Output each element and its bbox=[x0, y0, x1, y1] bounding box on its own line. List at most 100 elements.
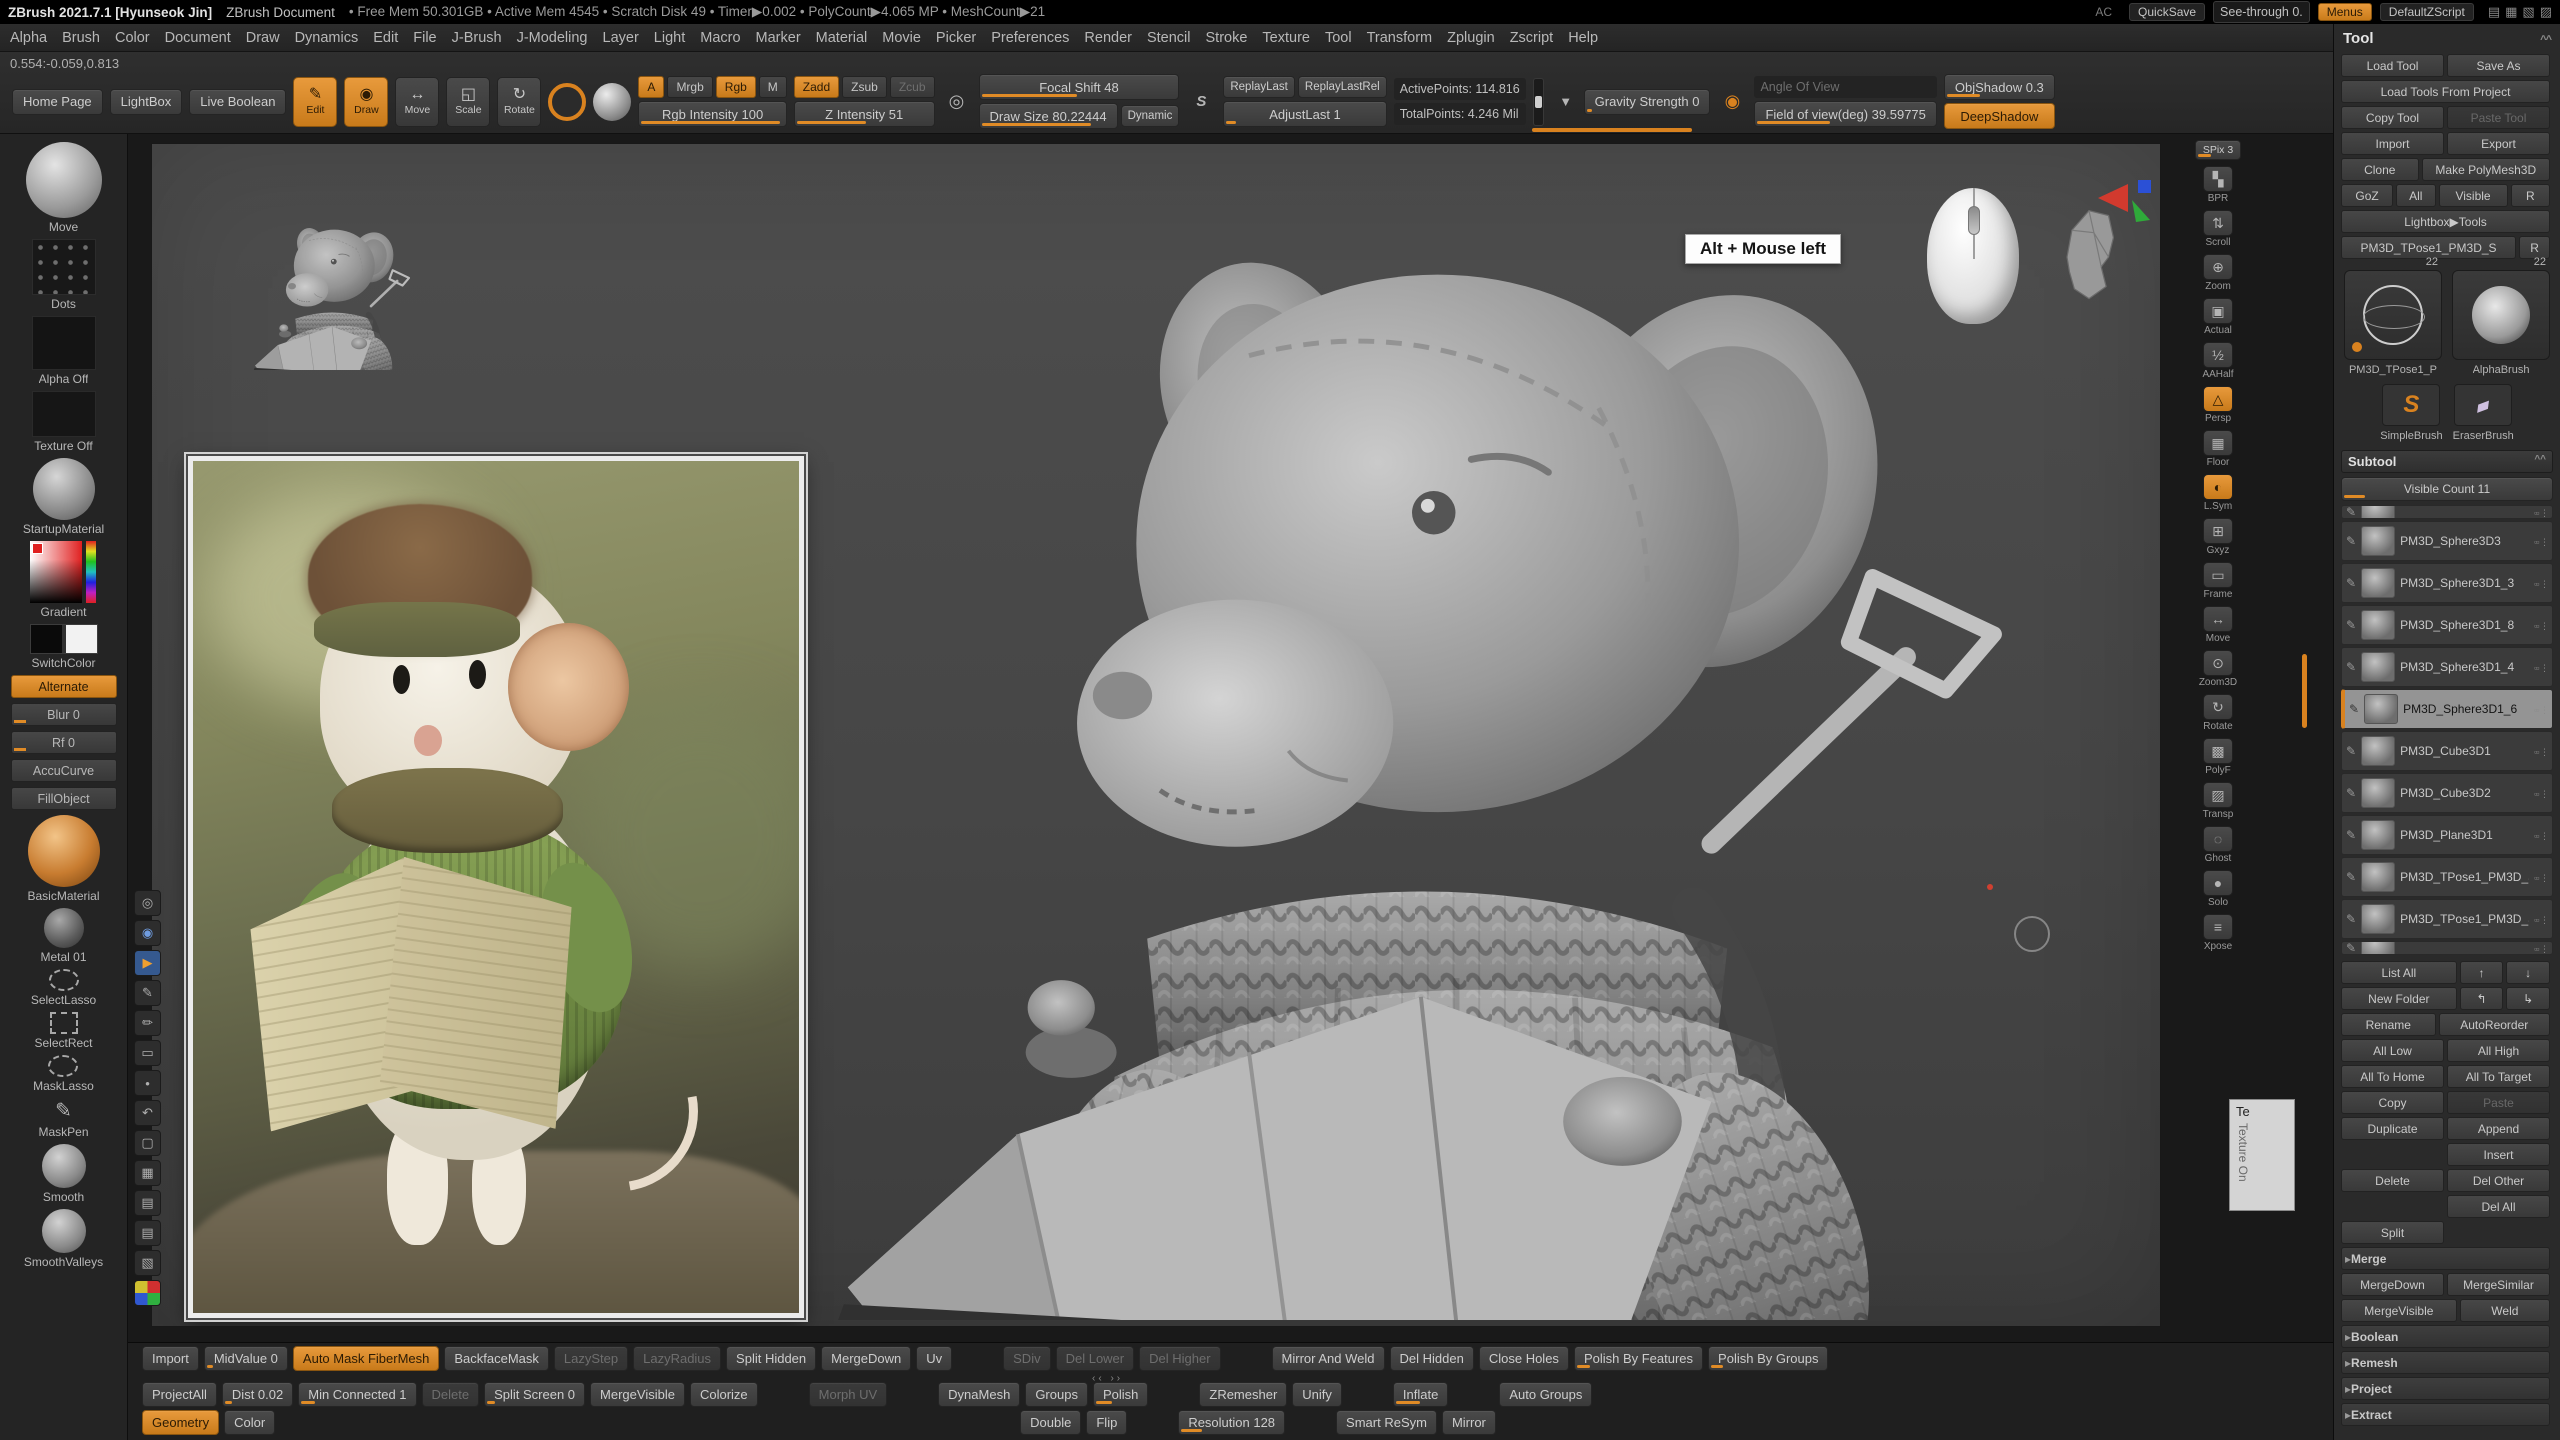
rotate-button[interactable]: ↻ Rotate bbox=[497, 77, 541, 127]
zsub-toggle[interactable]: Zsub bbox=[842, 76, 887, 98]
subtool-row[interactable]: PM3D_Sphere3D1_3 bbox=[2341, 563, 2553, 603]
eye-icon[interactable] bbox=[2346, 574, 2356, 592]
shelf-scroll-indicator[interactable] bbox=[1532, 128, 1692, 132]
move-button[interactable]: ↔ Move bbox=[395, 77, 439, 127]
eye-icon[interactable] bbox=[2346, 826, 2356, 844]
subtool-row-icons[interactable] bbox=[2534, 742, 2548, 760]
dynamic-toggle[interactable]: Dynamic bbox=[1121, 105, 1180, 127]
bottom-button[interactable]: Double bbox=[1020, 1410, 1081, 1435]
subtool-row-icons[interactable] bbox=[2534, 532, 2548, 550]
tray-item[interactable]: Texture Off bbox=[32, 391, 96, 453]
bottom-button[interactable]: BackfaceMask bbox=[444, 1346, 549, 1371]
tool-panel-button[interactable]: All To Home bbox=[2341, 1065, 2444, 1088]
eye-icon[interactable] bbox=[2346, 658, 2356, 676]
menu-item[interactable]: Alpha bbox=[10, 30, 47, 46]
tool-panel-button[interactable]: Clone bbox=[2341, 158, 2419, 181]
adjust-last-slider[interactable]: AdjustLast 1 bbox=[1223, 101, 1386, 127]
titlebar-icon[interactable]: ▨ bbox=[2540, 4, 2552, 20]
tool-panel-button[interactable]: Load Tools From Project bbox=[2341, 80, 2550, 103]
view-control-button[interactable]: ↔ Move bbox=[2195, 606, 2241, 644]
tray-item[interactable]: SmoothValleys bbox=[24, 1209, 103, 1269]
subtool-row[interactable]: PM3D_Cube3D1 bbox=[2341, 731, 2553, 771]
focal-shift-slider[interactable]: Focal Shift 48 bbox=[979, 74, 1180, 100]
subtool-row[interactable]: PM3D_Plane3D1 bbox=[2341, 815, 2553, 855]
menu-item[interactable]: Draw bbox=[246, 30, 280, 46]
bottom-button[interactable]: Mirror And Weld bbox=[1272, 1346, 1385, 1371]
eye-icon[interactable] bbox=[2346, 868, 2356, 886]
tray-item[interactable]: BasicMaterial bbox=[27, 815, 99, 903]
subtool-row[interactable]: PM3D_TPose1_PM3D_Sphere3 bbox=[2341, 899, 2553, 939]
menu-item[interactable]: J-Brush bbox=[452, 30, 502, 46]
m-toggle[interactable]: M bbox=[759, 76, 787, 98]
subtool-row[interactable] bbox=[2341, 941, 2553, 955]
subtool-row[interactable]: PM3D_Sphere3D1_4 bbox=[2341, 647, 2553, 687]
eye-icon[interactable] bbox=[2346, 910, 2356, 928]
tray-item[interactable]: MaskPen bbox=[38, 1098, 88, 1139]
tool-panel-button[interactable]: Copy Tool bbox=[2341, 106, 2444, 129]
menu-item[interactable]: Tool bbox=[1325, 30, 1352, 46]
bottom-button[interactable]: Auto Mask FiberMesh bbox=[293, 1346, 439, 1371]
titlebar-icon[interactable]: ▤ bbox=[2488, 4, 2500, 20]
replay-last-rel-button[interactable]: ReplayLastRel bbox=[1298, 76, 1387, 98]
deep-shadow-button[interactable]: DeepShadow bbox=[1944, 103, 2055, 129]
bottom-button[interactable]: Uv bbox=[916, 1346, 952, 1371]
bottom-button[interactable]: Split Screen 0 bbox=[484, 1382, 585, 1407]
bottom-button[interactable]: Morph UV bbox=[809, 1382, 888, 1407]
bottom-button[interactable]: Color bbox=[224, 1410, 275, 1435]
fov-slider[interactable]: Field of view(deg) 39.59775 bbox=[1754, 101, 1936, 127]
subtool-row-icons[interactable] bbox=[2534, 505, 2548, 519]
menu-item[interactable]: Macro bbox=[700, 30, 740, 46]
sculpt-3d-model[interactable] bbox=[817, 158, 2009, 1320]
bottom-button[interactable]: Delete bbox=[422, 1382, 480, 1407]
eye-icon[interactable] bbox=[2346, 784, 2356, 802]
tool-panel-button[interactable]: Weld bbox=[2460, 1299, 2550, 1322]
tool-panel-button[interactable]: Append bbox=[2447, 1117, 2550, 1140]
view-control-button[interactable]: ◐ L.Sym bbox=[2195, 474, 2241, 512]
quick-tool-icon[interactable]: ✎ bbox=[134, 980, 161, 1006]
view-control-button[interactable]: ▦ Floor bbox=[2195, 430, 2241, 468]
subtool-section-header[interactable]: Subtool bbox=[2341, 450, 2553, 473]
bottom-button[interactable]: MidValue 0 bbox=[204, 1346, 288, 1371]
tool-panel-button[interactable]: MergeVisible bbox=[2341, 1299, 2457, 1322]
panel-scroll-indicator[interactable] bbox=[2302, 654, 2307, 728]
tool-panel-button[interactable]: ↓ bbox=[2506, 961, 2550, 984]
bottom-button[interactable]: MergeVisible bbox=[590, 1382, 685, 1407]
menu-item[interactable]: Help bbox=[1568, 30, 1598, 46]
tool-panel-button[interactable]: Visible bbox=[2439, 184, 2508, 207]
rgb-toggle[interactable]: Rgb bbox=[716, 76, 756, 98]
titlebar-button[interactable]: AC bbox=[2086, 3, 2121, 21]
bottom-button[interactable]: Inflate bbox=[1393, 1382, 1448, 1407]
subtool-row[interactable]: PM3D_Sphere3D1_8 bbox=[2341, 605, 2553, 645]
bottom-button[interactable]: Geometry bbox=[142, 1410, 219, 1435]
view-control-button[interactable]: ↻ Rotate bbox=[2195, 694, 2241, 732]
view-control-button[interactable]: ▣ Actual bbox=[2195, 298, 2241, 336]
quick-tool-icon[interactable] bbox=[134, 1280, 161, 1306]
tool-panel-button[interactable]: ↳ bbox=[2506, 987, 2550, 1010]
subtool-row-icons[interactable] bbox=[2534, 700, 2548, 718]
tool-panel-button[interactable]: R bbox=[2511, 184, 2550, 207]
subtool-row-icons[interactable] bbox=[2534, 910, 2548, 928]
lightbox-button[interactable]: LightBox bbox=[110, 89, 183, 115]
quick-tool-icon[interactable]: ✏ bbox=[134, 1010, 161, 1036]
bottom-button[interactable]: Dist 0.02 bbox=[222, 1382, 293, 1407]
tool-panel-button[interactable]: Make PolyMesh3D bbox=[2422, 158, 2550, 181]
titlebar-button[interactable]: See-through 0. bbox=[2213, 1, 2310, 23]
tray-item[interactable]: Blur 0 bbox=[11, 703, 117, 726]
view-control-button[interactable]: ⊕ Zoom bbox=[2195, 254, 2241, 292]
tool-panel-button[interactable]: Del Other bbox=[2447, 1169, 2550, 1192]
tool-panel-button[interactable]: Import bbox=[2341, 132, 2444, 155]
tray-item[interactable]: Alternate bbox=[11, 675, 117, 698]
subtool-row-icons[interactable] bbox=[2534, 941, 2548, 955]
bottom-button[interactable]: LazyStep bbox=[554, 1346, 628, 1371]
tool-panel-button[interactable]: AutoReorder bbox=[2439, 1013, 2550, 1036]
view-control-button[interactable]: ⊞ Gxyz bbox=[2195, 518, 2241, 556]
subtool-row[interactable]: PM3D_TPose1_PM3D_Sphere3 bbox=[2341, 857, 2553, 897]
current-tool-thumbnail[interactable]: 22 bbox=[2344, 270, 2442, 360]
eye-icon[interactable] bbox=[2346, 941, 2356, 955]
bottom-button[interactable]: Auto Groups bbox=[1499, 1382, 1592, 1407]
tray-item[interactable]: Alpha Off bbox=[32, 316, 96, 386]
tray-item[interactable]: SelectLasso bbox=[31, 969, 96, 1007]
bottom-button[interactable]: SDiv bbox=[1003, 1346, 1050, 1371]
subtool-row[interactable]: PM3D_Cube3D2 bbox=[2341, 773, 2553, 813]
view-control-button[interactable]: ▭ Frame bbox=[2195, 562, 2241, 600]
